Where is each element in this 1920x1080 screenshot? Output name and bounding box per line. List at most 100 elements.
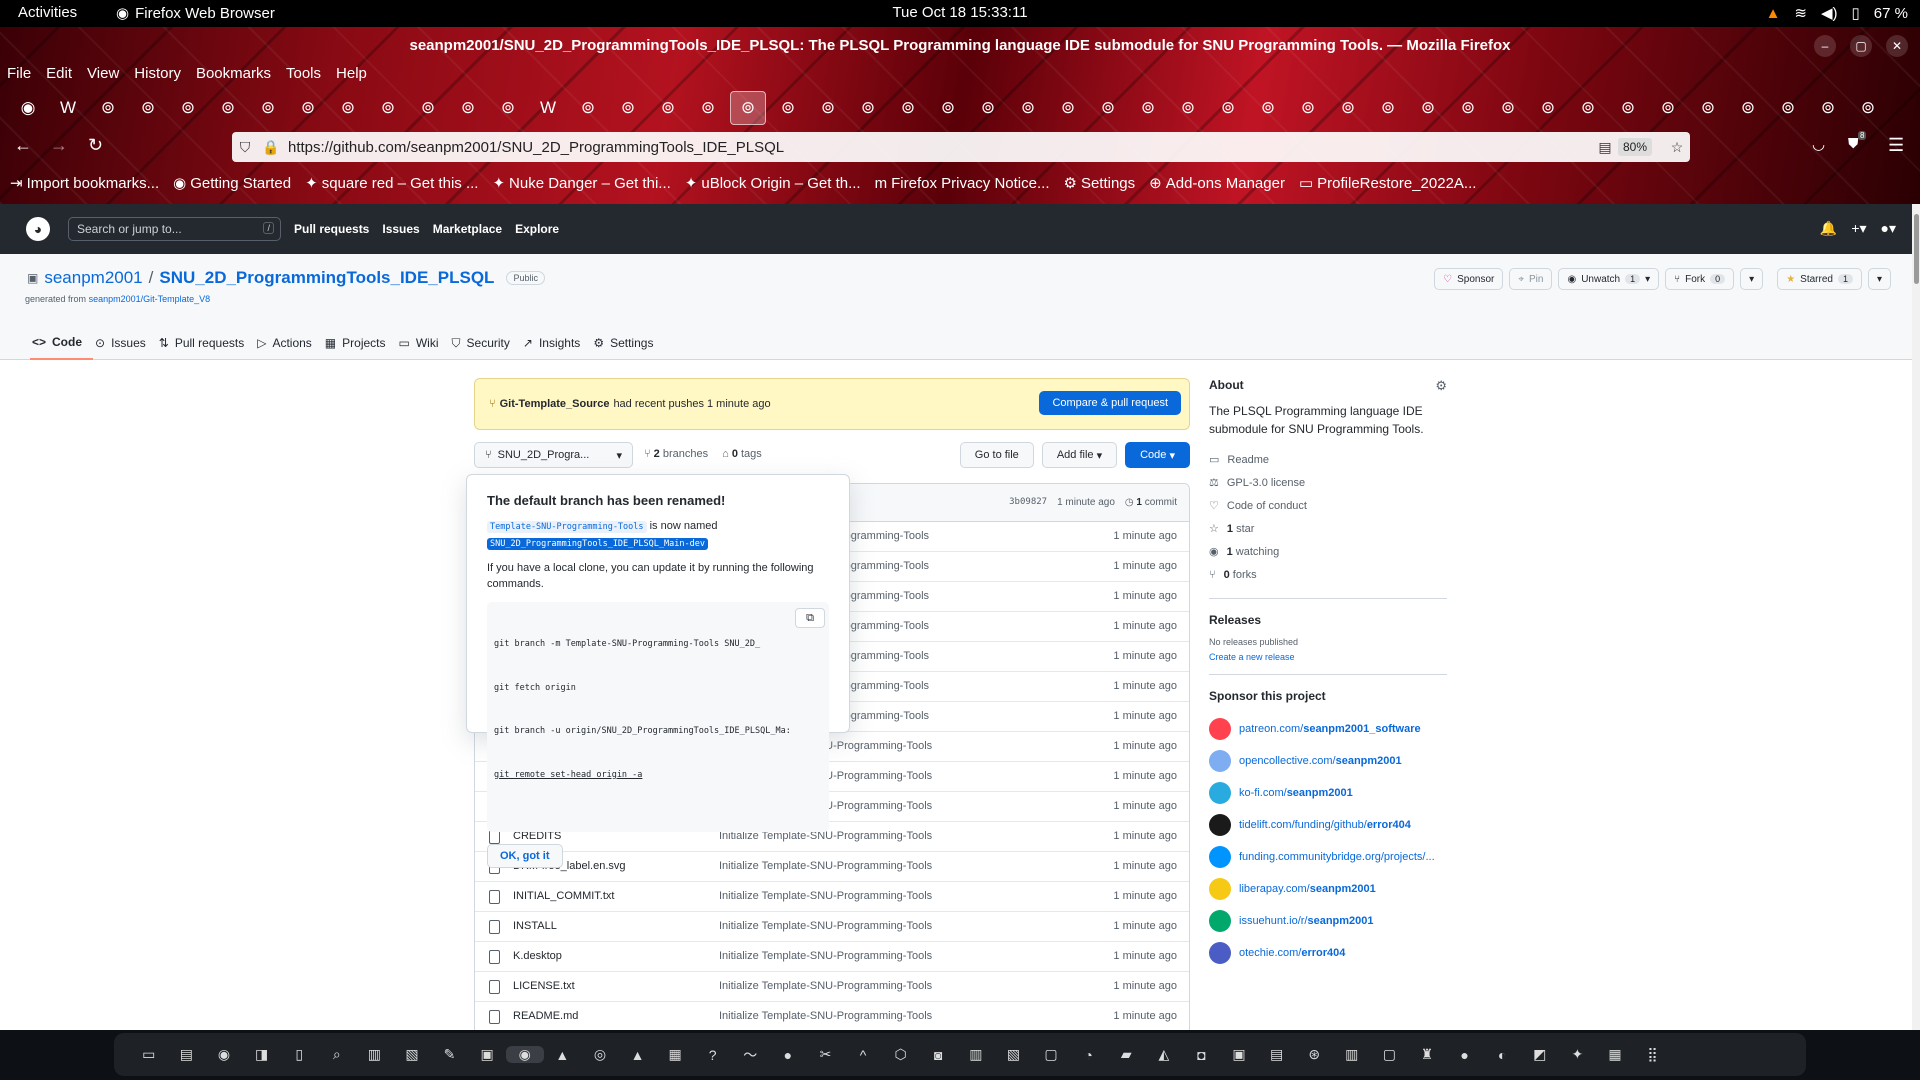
dock-app-icon[interactable]: ▤ <box>168 1046 206 1063</box>
commit-message[interactable]: rogramming-Tools <box>841 650 929 662</box>
github-tab-icon[interactable]: ⊚ <box>368 91 408 125</box>
tab-code[interactable]: <> Code <box>30 330 94 360</box>
dock-app-icon[interactable]: ▲ <box>619 1047 657 1063</box>
github-tab-icon[interactable]: ⊚ <box>1448 91 1488 125</box>
commit-message[interactable]: Initialize Template-SNU-Programming-Tool… <box>719 890 932 902</box>
github-tab-icon[interactable]: ⊚ <box>1288 91 1328 125</box>
github-tab-icon[interactable]: ⊚ <box>1008 91 1048 125</box>
fork-button[interactable]: ⑂ Fork 0 <box>1665 268 1735 290</box>
commit-message[interactable]: rogramming-Tools <box>841 680 929 692</box>
github-tab-icon[interactable]: ⊚ <box>1608 91 1648 125</box>
minimize-button[interactable]: – <box>1814 35 1836 57</box>
wikipedia-tab-icon[interactable]: W <box>528 91 568 125</box>
pin-button[interactable]: ⌖ Pin <box>1509 268 1553 290</box>
dock-app-icon[interactable]: ▤ <box>1258 1046 1296 1063</box>
zoom-level[interactable]: 80% <box>1617 138 1652 156</box>
github-tab-icon[interactable]: ⊚ <box>408 91 448 125</box>
close-button[interactable]: ✕ <box>1886 35 1908 57</box>
nav-pull-requests[interactable]: Pull requests <box>294 222 369 236</box>
bookmark-item[interactable]: ✦ uBlock Origin – Get th... <box>685 174 861 193</box>
dock-app-icon[interactable]: ▥ <box>356 1046 394 1063</box>
github-tab-icon[interactable]: ⊚ <box>248 91 288 125</box>
dock-app-icon[interactable]: ◘ <box>1183 1047 1221 1063</box>
github-tab-icon[interactable]: ⊚ <box>1328 91 1368 125</box>
commit-message[interactable]: rogramming-Tools <box>841 620 929 632</box>
github-tab-icon[interactable]: ⊚ <box>808 91 848 125</box>
nav-marketplace[interactable]: Marketplace <box>433 222 502 236</box>
starred-button[interactable]: ★ Starred 1 <box>1777 268 1862 290</box>
dock-app-icon[interactable]: ✦ <box>1559 1046 1597 1063</box>
github-tab-icon[interactable]: ⊚ <box>488 91 528 125</box>
dock-app-icon[interactable]: ⊛ <box>1295 1046 1333 1063</box>
go-to-file-button[interactable]: Go to file <box>959 442 1034 468</box>
tab-actions[interactable]: ▷ Actions <box>255 330 323 360</box>
bookmark-item[interactable]: ⇥ Import bookmarks... <box>10 174 159 193</box>
github-tab-icon[interactable]: ⊚ <box>968 91 1008 125</box>
github-tab-icon[interactable]: ⊚ <box>1208 91 1248 125</box>
commit-message[interactable]: Initialize Template-SNU-Programming-Tool… <box>719 950 932 962</box>
table-row[interactable]: K.desktop Initialize Template-SNU-Program… <box>475 942 1189 972</box>
commit-message[interactable]: rogramming-Tools <box>841 710 929 722</box>
gear-icon[interactable]: ⚙ <box>1435 378 1447 394</box>
sponsor-link[interactable]: otechie.com/error404 <box>1209 937 1447 969</box>
dock-app-icon[interactable]: ◔ <box>1070 1047 1108 1063</box>
create-new-icon[interactable]: +▾ <box>1851 220 1866 237</box>
file-name[interactable]: LICENSE.txt <box>513 980 575 992</box>
dock-app-icon[interactable]: ▧ <box>995 1046 1033 1063</box>
github-tab-icon[interactable]: ⊚ <box>730 91 766 125</box>
shield-icon[interactable]: ⛉ <box>232 139 258 156</box>
dock-app-icon[interactable]: ▢ <box>1032 1046 1070 1063</box>
sponsor-link[interactable]: opencollective.com/seanpm2001 <box>1209 745 1447 777</box>
dock-app-icon[interactable]: ● <box>1446 1047 1484 1063</box>
copy-icon[interactable]: ⧉ <box>795 608 825 628</box>
github-tab-icon[interactable]: ⊚ <box>1528 91 1568 125</box>
dock-app-icon[interactable]: ♜ <box>1408 1046 1446 1063</box>
dock-app-icon[interactable]: ^ <box>844 1047 882 1063</box>
tags-link[interactable]: ⌂ 0 tags <box>722 448 762 460</box>
firefox-tab-icon[interactable]: ◉ <box>8 91 48 125</box>
maximize-button[interactable]: ▢ <box>1850 35 1872 57</box>
menu-view[interactable]: View <box>80 63 127 87</box>
github-tab-icon[interactable]: ⊚ <box>1768 91 1808 125</box>
table-row[interactable]: LICENSE.txt Initialize Template-SNU-Progr… <box>475 972 1189 1002</box>
commit-message[interactable]: rogramming-Tools <box>841 530 929 542</box>
github-tab-icon[interactable]: ⊚ <box>928 91 968 125</box>
bookmark-item[interactable]: m Firefox Privacy Notice... <box>875 175 1050 192</box>
github-tab-icon[interactable]: ⊚ <box>1808 91 1848 125</box>
stars-link[interactable]: ☆ 1 star <box>1209 517 1447 540</box>
sponsor-button[interactable]: ♡ Sponsor <box>1434 268 1504 290</box>
github-tab-icon[interactable]: ⊚ <box>1728 91 1768 125</box>
dock-app-icon[interactable]: ▭ <box>130 1046 168 1063</box>
dock-app-icon[interactable]: ◙ <box>919 1047 957 1063</box>
tab-wiki[interactable]: ▭ Wiki <box>397 330 450 360</box>
tab-projects[interactable]: ▦ Projects <box>323 330 397 360</box>
code-of-conduct-link[interactable]: ♡ Code of conduct <box>1209 494 1447 517</box>
repo-owner-link[interactable]: seanpm2001 <box>44 268 142 288</box>
releases-heading[interactable]: Releases <box>1209 613 1447 627</box>
table-row[interactable]: INSTALL Initialize Template-SNU-Programmi… <box>475 912 1189 942</box>
bookmark-item[interactable]: ▭ ProfileRestore_2022A... <box>1299 174 1476 193</box>
clock[interactable]: Tue Oct 18 15:33:11 <box>0 4 1920 21</box>
dock-app-icon[interactable]: ✂ <box>807 1046 845 1063</box>
github-tab-icon[interactable]: ⊚ <box>1088 91 1128 125</box>
dock-app-icon[interactable]: 〜 <box>732 1045 770 1065</box>
branch-selector[interactable]: ⑂ SNU_2D_Progra... ▾ <box>474 442 633 468</box>
github-tab-icon[interactable]: ⊚ <box>1568 91 1608 125</box>
github-tab-icon[interactable]: ⊚ <box>648 91 688 125</box>
app-menu[interactable]: ◉ Firefox Web Browser <box>116 4 275 23</box>
dock-app-icon[interactable]: ▥ <box>1333 1046 1371 1063</box>
github-tab-icon[interactable]: ⊚ <box>1488 91 1528 125</box>
dock-app-icon[interactable]: ▣ <box>1220 1046 1258 1063</box>
github-tab-icon[interactable]: ⊚ <box>288 91 328 125</box>
ublock-icon[interactable]: ⛊ <box>1848 135 1859 152</box>
github-tab-icon[interactable]: ⊚ <box>1128 91 1168 125</box>
sponsor-link[interactable]: liberapay.com/seanpm2001 <box>1209 873 1447 905</box>
dock-app-icon[interactable]: ▢ <box>1371 1046 1409 1063</box>
bookmark-star-icon[interactable]: ☆ <box>1664 139 1690 156</box>
bookmark-item[interactable]: ✦ square red – Get this ... <box>305 174 478 193</box>
github-logo-icon[interactable]: ◕ <box>26 217 50 241</box>
search-input[interactable]: Search or jump to... / <box>68 217 281 241</box>
github-tab-icon[interactable]: ⊚ <box>88 91 128 125</box>
dock-app-icon[interactable]: ⬡ <box>882 1046 920 1063</box>
page-scrollbar[interactable] <box>1912 204 1920 1030</box>
